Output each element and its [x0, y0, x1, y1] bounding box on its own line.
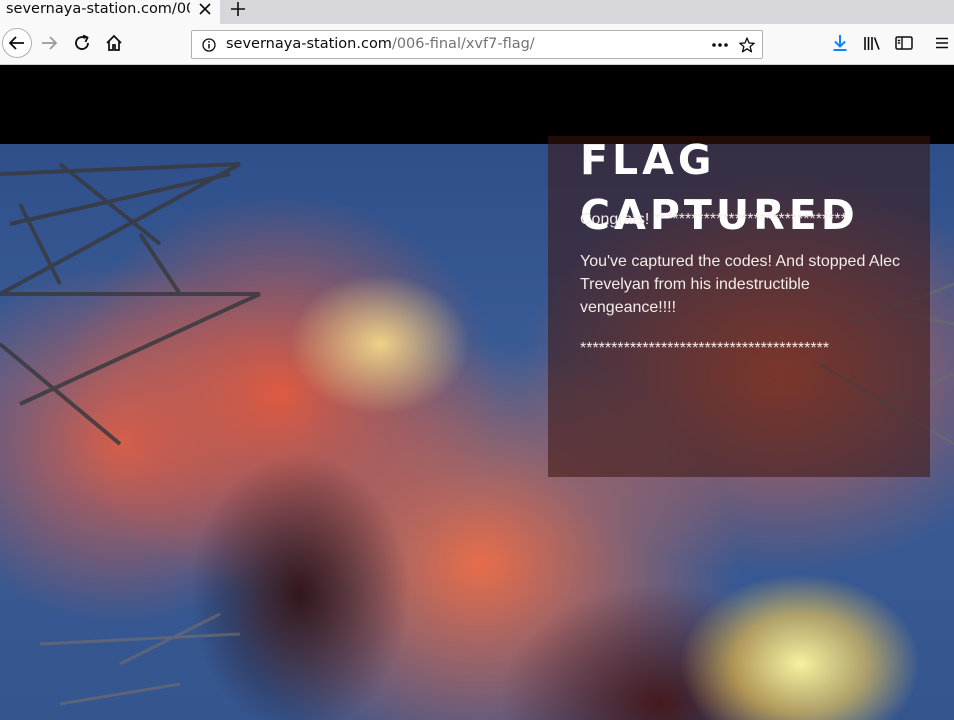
tab-title: severnaya-station.com/006: [6, 1, 190, 17]
url-domain: severnaya-station.com: [226, 36, 392, 52]
congrats-text: Congrats! ******************************…: [580, 211, 847, 228]
forward-arrow-icon[interactable]: [34, 28, 64, 58]
sidebar-icon[interactable]: [893, 32, 915, 54]
library-icon[interactable]: [861, 32, 883, 54]
url-text[interactable]: severnaya-station.com/006-final/xvf7-fla…: [226, 31, 535, 58]
url-path: /006-final/xvf7-flag/: [391, 36, 535, 52]
message-text: You've captured the codes! And stopped A…: [580, 253, 901, 316]
asterisk-divider-text: ****************************************: [580, 340, 830, 357]
tab-bar: severnaya-station.com/006: [0, 0, 954, 24]
home-icon[interactable]: [99, 28, 129, 58]
url-bar[interactable]: severnaya-station.com/006-final/xvf7-fla…: [191, 30, 763, 59]
plus-icon[interactable]: [228, 0, 248, 18]
tab-active[interactable]: severnaya-station.com/006: [0, 0, 220, 24]
download-icon[interactable]: [829, 32, 851, 54]
close-icon[interactable]: [196, 0, 214, 18]
reload-icon[interactable]: [67, 28, 97, 58]
nav-bar: severnaya-station.com/006-final/xvf7-fla…: [0, 24, 954, 65]
star-icon[interactable]: [737, 35, 757, 55]
back-arrow-icon[interactable]: [2, 28, 32, 58]
hamburger-menu-icon[interactable]: [931, 32, 953, 54]
info-icon[interactable]: [199, 35, 219, 55]
more-dots-icon[interactable]: [710, 35, 730, 55]
